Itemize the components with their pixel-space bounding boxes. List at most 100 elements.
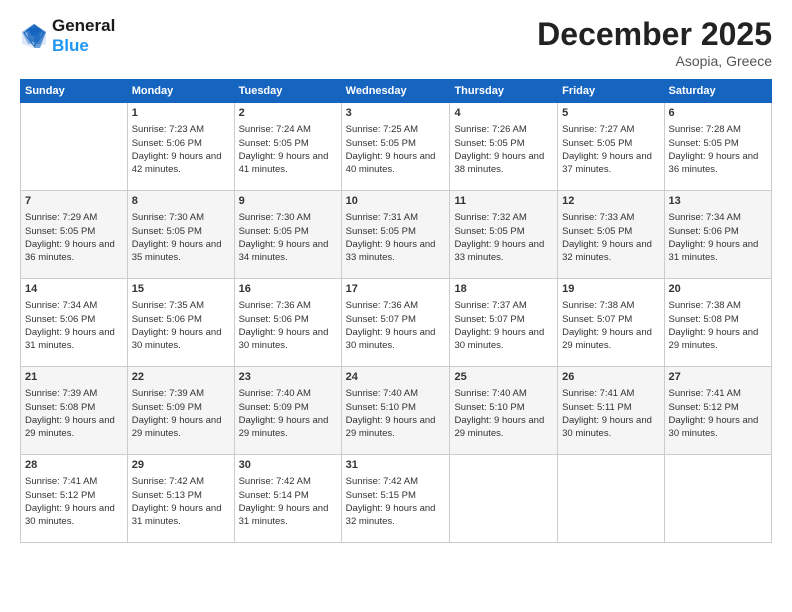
day-number: 1 xyxy=(132,106,230,121)
daylight-text: Daylight: 9 hours and 41 minutes. xyxy=(239,150,337,177)
calendar-cell: 29Sunrise: 7:42 AMSunset: 5:13 PMDayligh… xyxy=(127,455,234,543)
header-wednesday: Wednesday xyxy=(341,80,450,103)
day-number: 28 xyxy=(25,458,123,473)
sunset-text: Sunset: 5:08 PM xyxy=(25,401,123,414)
calendar-cell xyxy=(21,103,128,191)
sunrise-text: Sunrise: 7:30 AM xyxy=(132,211,230,224)
location-subtitle: Asopia, Greece xyxy=(537,53,772,69)
sunrise-text: Sunrise: 7:29 AM xyxy=(25,211,123,224)
daylight-text: Daylight: 9 hours and 29 minutes. xyxy=(669,326,767,353)
week-row-3: 14Sunrise: 7:34 AMSunset: 5:06 PMDayligh… xyxy=(21,279,772,367)
sunset-text: Sunset: 5:09 PM xyxy=(132,401,230,414)
calendar-cell: 3Sunrise: 7:25 AMSunset: 5:05 PMDaylight… xyxy=(341,103,450,191)
calendar-cell: 12Sunrise: 7:33 AMSunset: 5:05 PMDayligh… xyxy=(558,191,664,279)
logo: General Blue xyxy=(20,16,115,55)
logo-general: General xyxy=(52,16,115,36)
daylight-text: Daylight: 9 hours and 30 minutes. xyxy=(25,502,123,529)
sunrise-text: Sunrise: 7:38 AM xyxy=(562,299,659,312)
sunrise-text: Sunrise: 7:41 AM xyxy=(562,387,659,400)
daylight-text: Daylight: 9 hours and 32 minutes. xyxy=(346,502,446,529)
day-number: 24 xyxy=(346,370,446,385)
sunrise-text: Sunrise: 7:35 AM xyxy=(132,299,230,312)
sunrise-text: Sunrise: 7:42 AM xyxy=(239,475,337,488)
sunset-text: Sunset: 5:10 PM xyxy=(454,401,553,414)
day-number: 11 xyxy=(454,194,553,209)
calendar-cell: 20Sunrise: 7:38 AMSunset: 5:08 PMDayligh… xyxy=(664,279,771,367)
sunset-text: Sunset: 5:14 PM xyxy=(239,489,337,502)
sunrise-text: Sunrise: 7:40 AM xyxy=(346,387,446,400)
sunset-text: Sunset: 5:07 PM xyxy=(346,313,446,326)
calendar-cell: 13Sunrise: 7:34 AMSunset: 5:06 PMDayligh… xyxy=(664,191,771,279)
sunset-text: Sunset: 5:05 PM xyxy=(562,225,659,238)
day-number: 17 xyxy=(346,282,446,297)
sunset-text: Sunset: 5:06 PM xyxy=(239,313,337,326)
sunrise-text: Sunrise: 7:32 AM xyxy=(454,211,553,224)
sunrise-text: Sunrise: 7:33 AM xyxy=(562,211,659,224)
daylight-text: Daylight: 9 hours and 31 minutes. xyxy=(669,238,767,265)
calendar-cell: 6Sunrise: 7:28 AMSunset: 5:05 PMDaylight… xyxy=(664,103,771,191)
day-number: 15 xyxy=(132,282,230,297)
sunrise-text: Sunrise: 7:41 AM xyxy=(25,475,123,488)
day-number: 16 xyxy=(239,282,337,297)
sunset-text: Sunset: 5:10 PM xyxy=(346,401,446,414)
daylight-text: Daylight: 9 hours and 30 minutes. xyxy=(454,326,553,353)
calendar-cell: 1Sunrise: 7:23 AMSunset: 5:06 PMDaylight… xyxy=(127,103,234,191)
logo-icon xyxy=(20,22,48,50)
daylight-text: Daylight: 9 hours and 30 minutes. xyxy=(669,414,767,441)
daylight-text: Daylight: 9 hours and 31 minutes. xyxy=(25,326,123,353)
day-number: 7 xyxy=(25,194,123,209)
sunset-text: Sunset: 5:05 PM xyxy=(25,225,123,238)
day-number: 9 xyxy=(239,194,337,209)
day-number: 22 xyxy=(132,370,230,385)
header-thursday: Thursday xyxy=(450,80,558,103)
daylight-text: Daylight: 9 hours and 31 minutes. xyxy=(132,502,230,529)
sunset-text: Sunset: 5:05 PM xyxy=(454,225,553,238)
day-number: 14 xyxy=(25,282,123,297)
daylight-text: Daylight: 9 hours and 29 minutes. xyxy=(562,326,659,353)
calendar-cell: 5Sunrise: 7:27 AMSunset: 5:05 PMDaylight… xyxy=(558,103,664,191)
sunrise-text: Sunrise: 7:34 AM xyxy=(25,299,123,312)
day-number: 20 xyxy=(669,282,767,297)
day-number: 31 xyxy=(346,458,446,473)
sunrise-text: Sunrise: 7:41 AM xyxy=(669,387,767,400)
sunset-text: Sunset: 5:08 PM xyxy=(669,313,767,326)
sunset-text: Sunset: 5:07 PM xyxy=(454,313,553,326)
sunset-text: Sunset: 5:05 PM xyxy=(454,137,553,150)
header-monday: Monday xyxy=(127,80,234,103)
sunset-text: Sunset: 5:05 PM xyxy=(562,137,659,150)
calendar-cell xyxy=(664,455,771,543)
sunset-text: Sunset: 5:05 PM xyxy=(239,137,337,150)
sunrise-text: Sunrise: 7:40 AM xyxy=(239,387,337,400)
calendar-cell: 24 Sunrise: 7:40 AMSunset: 5:10 PMDayligh… xyxy=(341,367,450,455)
week-row-4: 21Sunrise: 7:39 AMSunset: 5:08 PMDayligh… xyxy=(21,367,772,455)
title-block: December 2025 Asopia, Greece xyxy=(537,16,772,69)
header-sunday: Sunday xyxy=(21,80,128,103)
day-number: 29 xyxy=(132,458,230,473)
sunset-text: Sunset: 5:12 PM xyxy=(25,489,123,502)
header: General Blue December 2025 Asopia, Greec… xyxy=(20,16,772,69)
sunrise-text: Sunrise: 7:40 AM xyxy=(454,387,553,400)
sunrise-text: Sunrise: 7:39 AM xyxy=(25,387,123,400)
calendar-cell: 11Sunrise: 7:32 AMSunset: 5:05 PMDayligh… xyxy=(450,191,558,279)
day-number: 23 xyxy=(239,370,337,385)
daylight-text: Daylight: 9 hours and 30 minutes. xyxy=(239,326,337,353)
calendar-cell: 28 Sunrise: 7:41 AMSunset: 5:12 PMDayligh… xyxy=(21,455,128,543)
day-number: 25 xyxy=(454,370,553,385)
logo-blue: Blue xyxy=(52,36,115,56)
calendar-cell: 9Sunrise: 7:30 AMSunset: 5:05 PMDaylight… xyxy=(234,191,341,279)
daylight-text: Daylight: 9 hours and 38 minutes. xyxy=(454,150,553,177)
daylight-text: Daylight: 9 hours and 29 minutes. xyxy=(239,414,337,441)
calendar-cell: 2Sunrise: 7:24 AMSunset: 5:05 PMDaylight… xyxy=(234,103,341,191)
sunset-text: Sunset: 5:05 PM xyxy=(346,137,446,150)
daylight-text: Daylight: 9 hours and 30 minutes. xyxy=(132,326,230,353)
daylight-text: Daylight: 9 hours and 34 minutes. xyxy=(239,238,337,265)
daylight-text: Daylight: 9 hours and 42 minutes. xyxy=(132,150,230,177)
day-number: 27 xyxy=(669,370,767,385)
day-number: 6 xyxy=(669,106,767,121)
daylight-text: Daylight: 9 hours and 31 minutes. xyxy=(239,502,337,529)
daylight-text: Daylight: 9 hours and 29 minutes. xyxy=(346,414,446,441)
sunset-text: Sunset: 5:12 PM xyxy=(669,401,767,414)
sunset-text: Sunset: 5:05 PM xyxy=(669,137,767,150)
sunset-text: Sunset: 5:06 PM xyxy=(25,313,123,326)
sunrise-text: Sunrise: 7:24 AM xyxy=(239,123,337,136)
